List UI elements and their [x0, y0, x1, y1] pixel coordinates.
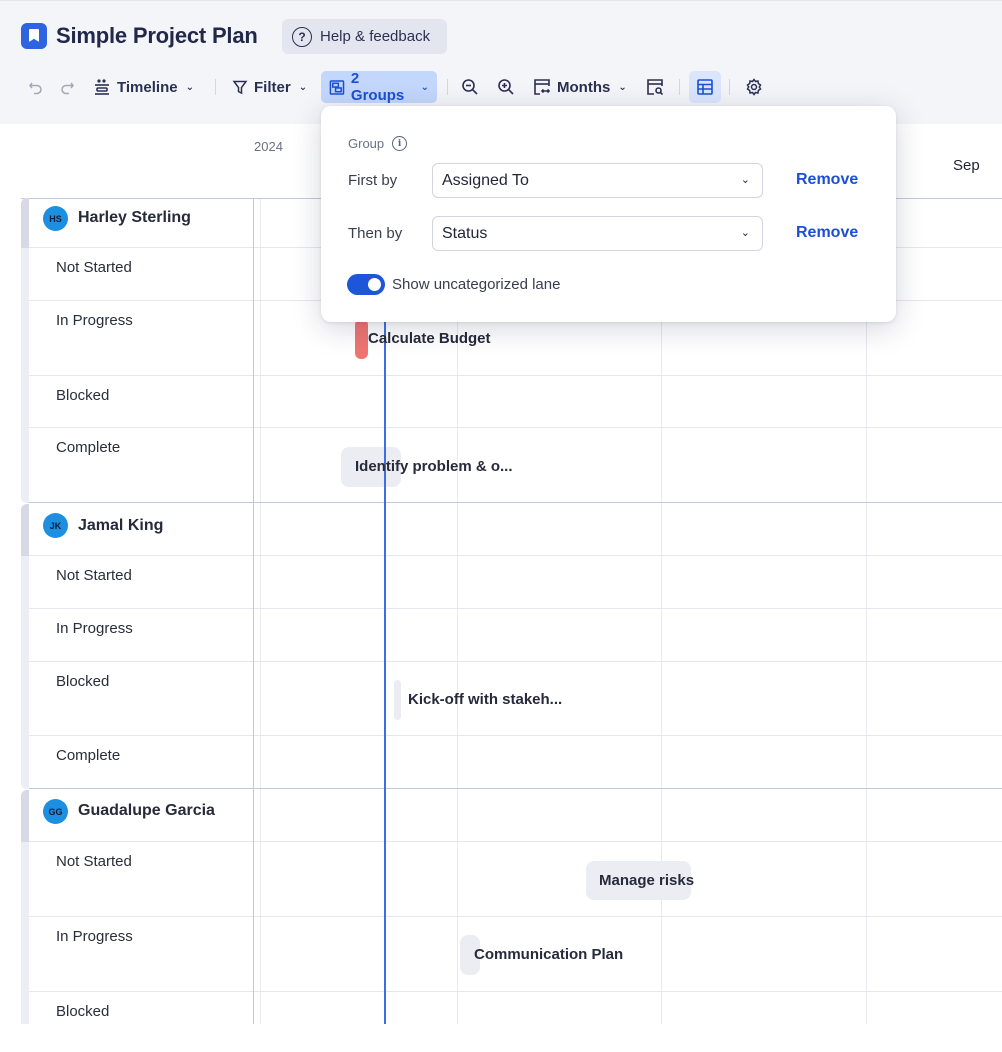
- second-group-value: Status: [442, 224, 488, 242]
- task-label[interactable]: Manage risks: [599, 872, 694, 889]
- second-group-select[interactable]: Status ⌄: [432, 216, 763, 251]
- group-header-guadalupe-garcia[interactable]: GG Guadalupe Garcia: [29, 790, 1002, 842]
- avatar: JK: [43, 513, 68, 538]
- lane-label: In Progress: [56, 620, 133, 637]
- popover-heading: Group i: [348, 136, 408, 151]
- task-label[interactable]: Identify problem & o...: [355, 458, 513, 475]
- remove-first-group-button[interactable]: Remove: [796, 171, 858, 189]
- lane-row: Complete: [29, 428, 1002, 503]
- lane-label: Not Started: [56, 853, 132, 870]
- task-label[interactable]: Calculate Budget: [368, 330, 491, 347]
- task-bar-calculate-budget[interactable]: [355, 319, 368, 359]
- group-name: Harley Sterling: [78, 209, 191, 226]
- lane-label: Blocked: [56, 387, 110, 404]
- avatar: HS: [43, 206, 68, 231]
- lane-row: In Progress: [29, 609, 1002, 662]
- lane-label: Complete: [56, 747, 121, 764]
- lane-label: Blocked: [56, 673, 110, 690]
- chevron-down-icon: ⌄: [740, 174, 750, 186]
- lane-row: Not Started: [29, 842, 1002, 917]
- group-name: Jamal King: [78, 517, 164, 534]
- lane-label: Not Started: [56, 567, 132, 584]
- info-icon[interactable]: i: [392, 136, 408, 151]
- lane-label: In Progress: [56, 312, 133, 329]
- group-header-jamal-king[interactable]: JK Jamal King: [29, 504, 1002, 556]
- lane-row: Blocked: [29, 376, 1002, 428]
- group-rail-head: [21, 790, 29, 842]
- task-label[interactable]: Kick-off with stakeh...: [408, 691, 562, 708]
- group-name: Guadalupe Garcia: [78, 802, 215, 819]
- lane-label: Complete: [56, 439, 121, 456]
- task-bar-kick-off[interactable]: [394, 680, 401, 720]
- first-by-label: First by: [348, 172, 398, 189]
- label-panel-border: [253, 198, 254, 1024]
- lane-label: Blocked: [56, 1003, 110, 1020]
- show-uncategorized-label: Show uncategorized lane: [392, 276, 561, 293]
- lane-row: Blocked: [29, 992, 1002, 1052]
- lane-row: Not Started: [29, 556, 1002, 609]
- first-group-value: Assigned To: [442, 171, 529, 189]
- show-uncategorized-toggle[interactable]: [347, 274, 385, 295]
- lane-row: Complete: [29, 736, 1002, 789]
- group-rail-head: [21, 504, 29, 556]
- task-label[interactable]: Communication Plan: [474, 946, 623, 963]
- group-rail-head: [21, 198, 29, 248]
- avatar: GG: [43, 799, 68, 824]
- then-by-label: Then by: [348, 225, 403, 242]
- lane-label: Not Started: [56, 259, 132, 276]
- first-group-select[interactable]: Assigned To ⌄: [432, 163, 763, 198]
- group-heading-label: Group: [348, 136, 385, 151]
- chevron-down-icon: ⌄: [740, 227, 750, 239]
- group-settings-popover: Group i First by Assigned To ⌄ Remove Th…: [321, 106, 896, 322]
- lane-label: In Progress: [56, 928, 133, 945]
- remove-second-group-button[interactable]: Remove: [796, 224, 858, 242]
